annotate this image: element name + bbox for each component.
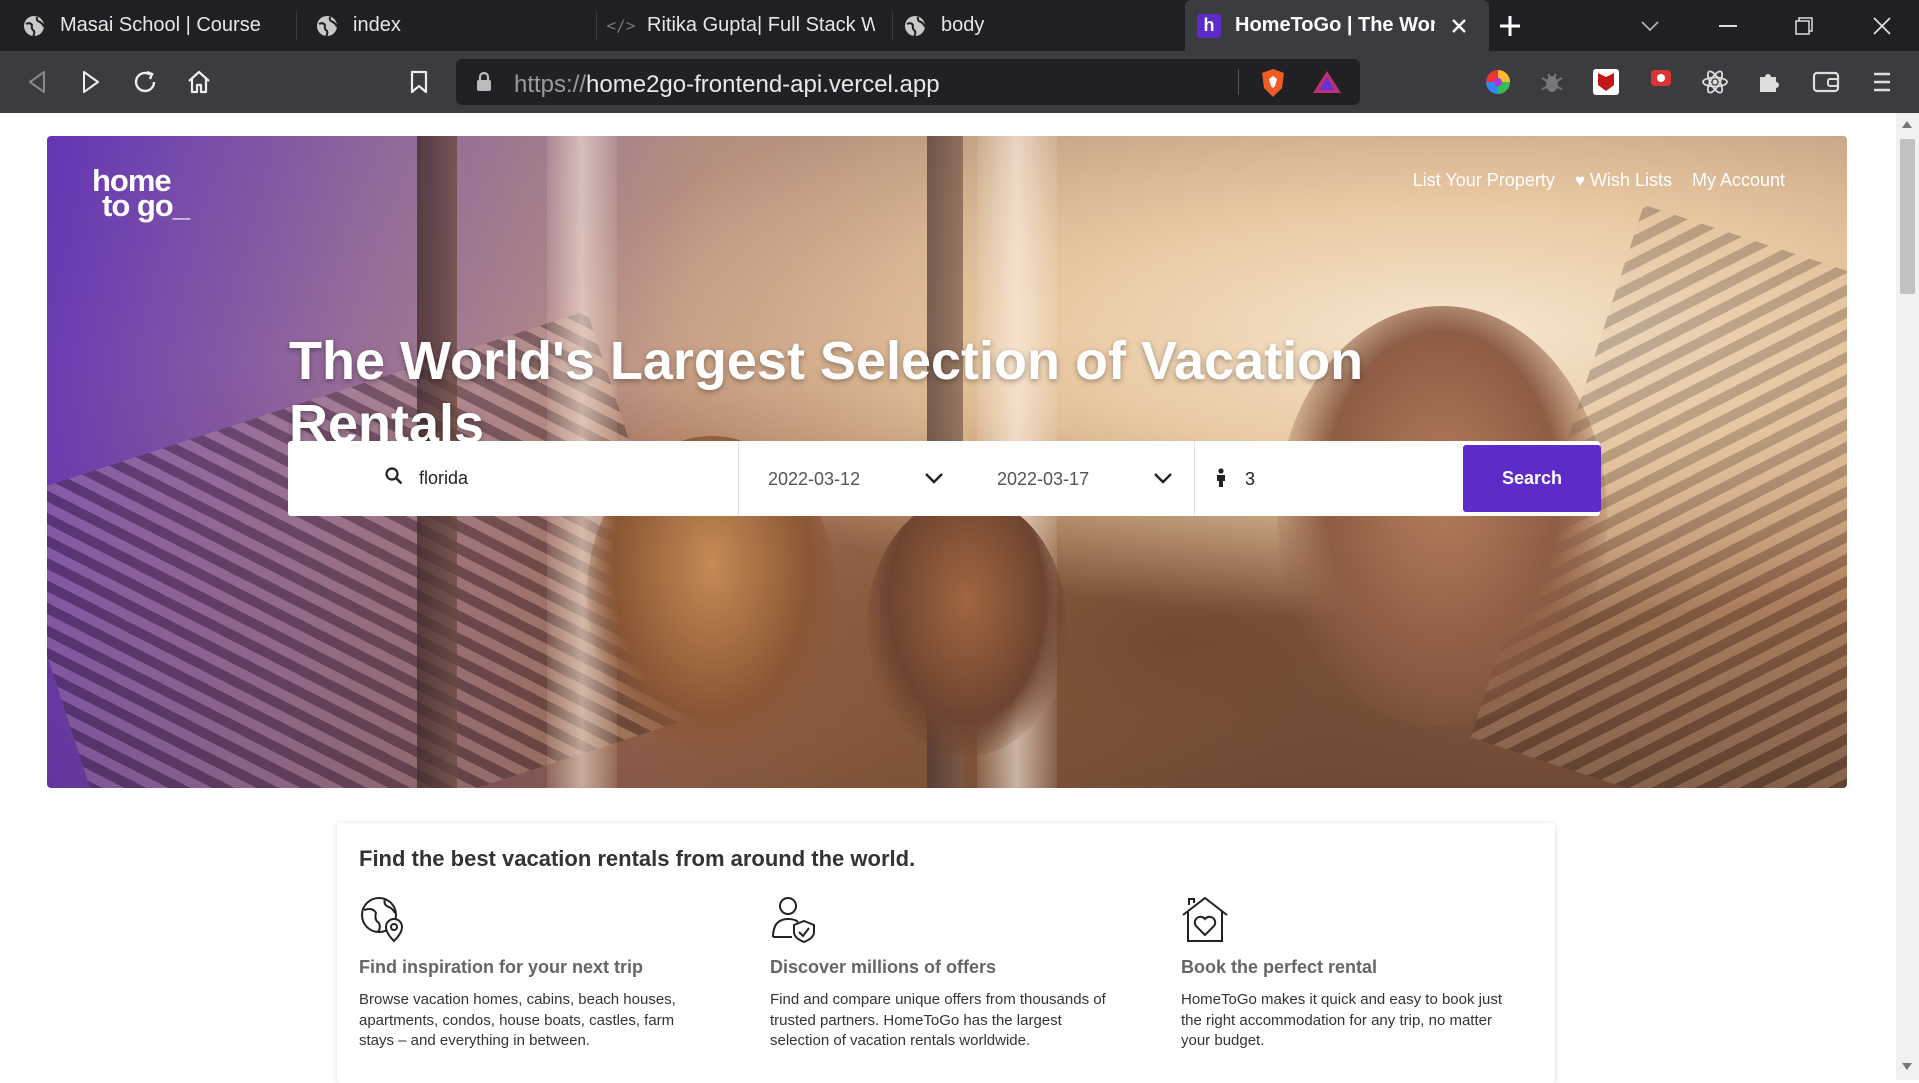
counter-extension-icon[interactable] xyxy=(1644,61,1678,95)
page-scrollbar[interactable] xyxy=(1896,113,1919,1080)
feature-description: Browse vacation homes, cabins, beach hou… xyxy=(359,991,676,1049)
hometogo-logo[interactable]: home to go_ xyxy=(92,165,190,223)
bookmark-icon[interactable] xyxy=(402,65,436,99)
tab-title: body xyxy=(941,14,985,36)
url-scheme: https:// xyxy=(514,71,587,98)
feature-title: Discover millions of offers xyxy=(770,957,997,977)
chevron-down-icon xyxy=(924,471,944,489)
hometogo-favicon: h xyxy=(1197,13,1221,38)
new-tab-button[interactable] xyxy=(1484,0,1536,51)
address-bar[interactable]: https://home2go-frontend-api.vercel.app xyxy=(456,59,1360,105)
logo-line-2: to go_ xyxy=(102,188,190,223)
tab-masai[interactable]: Masai School | Course xyxy=(10,0,292,51)
forward-icon[interactable] xyxy=(74,65,108,99)
menu-hamburger-icon[interactable] xyxy=(1865,65,1899,99)
checkin-date-select[interactable]: 2022-03-12 xyxy=(739,441,964,516)
wallet-icon[interactable] xyxy=(1809,65,1843,99)
lock-icon[interactable] xyxy=(476,71,492,97)
feature-description: Find and compare unique offers from thou… xyxy=(770,991,1106,1049)
feature-offers: Discover millions of offers Find and com… xyxy=(770,895,1110,1052)
scrollbar-thumb[interactable] xyxy=(1900,139,1915,294)
top-nav: List Your Property ♥ Wish Lists My Accou… xyxy=(1413,170,1785,191)
hero-headline: The World's Largest Selection of Vacatio… xyxy=(289,331,1364,454)
tab-title: Ritika Gupta| Full Stack Web xyxy=(647,14,875,36)
bug-extension-icon[interactable] xyxy=(1535,65,1569,99)
feature-description: HomeToGo makes it quick and easy to book… xyxy=(1181,991,1502,1049)
guests-input[interactable]: 3 xyxy=(1245,469,1255,490)
scroll-down-arrow-icon[interactable] xyxy=(1902,1063,1912,1070)
tab-index[interactable]: index xyxy=(305,0,595,51)
tab-separator xyxy=(296,12,297,40)
scroll-up-arrow-icon[interactable] xyxy=(1902,121,1912,128)
brave-shields-icon[interactable] xyxy=(1260,68,1286,103)
globe-icon xyxy=(315,14,339,38)
info-card: Find the best vacation rentals from arou… xyxy=(337,823,1555,1083)
checkout-date-select[interactable]: 2022-03-17 xyxy=(968,441,1193,516)
code-icon: </> xyxy=(606,16,636,35)
reload-icon[interactable] xyxy=(128,65,162,99)
hero-banner: home to go_ List Your Property ♥ Wish Li… xyxy=(47,136,1847,788)
tab-body[interactable]: body xyxy=(901,0,1173,51)
globe-icon xyxy=(22,14,46,38)
react-devtools-icon[interactable] xyxy=(1698,65,1732,99)
tab-title: index xyxy=(353,14,401,36)
tab-ritika[interactable]: </> Ritika Gupta| Full Stack Web xyxy=(605,0,881,51)
tab-separator xyxy=(892,12,893,40)
tab-list-chevron-icon[interactable] xyxy=(1624,0,1676,51)
browser-toolbar: https://home2go-frontend-api.vercel.app … xyxy=(0,51,1919,154)
info-title: Find the best vacation rentals from arou… xyxy=(359,846,916,871)
list-property-link[interactable]: List Your Property xyxy=(1413,170,1555,191)
house-heart-icon xyxy=(1181,895,1229,943)
url-host: home2go-frontend-api.vercel.app xyxy=(586,71,940,98)
browser-tab-bar: Masai School | Course index </> Ritika G… xyxy=(0,0,1919,51)
wish-lists-link[interactable]: ♥ Wish Lists xyxy=(1575,170,1672,191)
feature-inspiration: Find inspiration for your next trip Brow… xyxy=(359,895,699,1052)
back-icon[interactable] xyxy=(20,65,54,99)
tab-title: HomeToGo | The World xyxy=(1235,14,1435,36)
guests-field[interactable]: 3 xyxy=(1195,441,1460,516)
heart-icon: ♥ xyxy=(1574,171,1585,190)
color-picker-extension-icon[interactable] xyxy=(1481,65,1515,99)
person-icon xyxy=(1215,468,1227,493)
extensions-puzzle-icon[interactable] xyxy=(1752,65,1786,99)
child-head-decoration xyxy=(867,496,1067,756)
restore-icon[interactable] xyxy=(1778,0,1830,51)
brave-rewards-icon[interactable] xyxy=(1312,70,1342,99)
close-window-icon[interactable] xyxy=(1856,0,1908,51)
tab-separator xyxy=(596,12,597,40)
globe-pin-icon xyxy=(359,895,407,943)
feature-title: Book the perfect rental xyxy=(1181,957,1378,977)
url-text[interactable]: https://home2go-frontend-api.vercel.app xyxy=(514,71,940,99)
search-icon xyxy=(385,467,403,490)
mcafee-extension-icon[interactable] xyxy=(1589,65,1623,99)
destination-input[interactable]: florida xyxy=(419,468,468,489)
person-shield-icon xyxy=(770,895,818,944)
tab-title: Masai School | Course xyxy=(60,14,261,36)
wish-lists-label: Wish Lists xyxy=(1589,170,1672,190)
feature-title: Find inspiration for your next trip xyxy=(359,957,644,977)
page-content: home to go_ List Your Property ♥ Wish Li… xyxy=(0,113,1919,1083)
home-icon[interactable] xyxy=(182,65,216,99)
checkin-date-value: 2022-03-12 xyxy=(768,469,861,489)
tab-hometogo[interactable]: h HomeToGo | The World xyxy=(1185,0,1489,51)
search-bar: florida 2022-03-12 2022-03-17 3 Search xyxy=(288,441,1601,516)
minimize-icon[interactable] xyxy=(1702,0,1754,51)
checkout-date-value: 2022-03-17 xyxy=(997,469,1090,489)
destination-field[interactable]: florida xyxy=(288,441,738,516)
feature-booking: Book the perfect rental HomeToGo makes i… xyxy=(1181,895,1521,1052)
search-button[interactable]: Search xyxy=(1463,445,1601,512)
close-tab-icon[interactable] xyxy=(1451,18,1467,34)
url-divider xyxy=(1238,69,1239,95)
my-account-link[interactable]: My Account xyxy=(1692,170,1785,191)
chevron-down-icon xyxy=(1153,471,1173,489)
globe-icon xyxy=(903,14,927,38)
